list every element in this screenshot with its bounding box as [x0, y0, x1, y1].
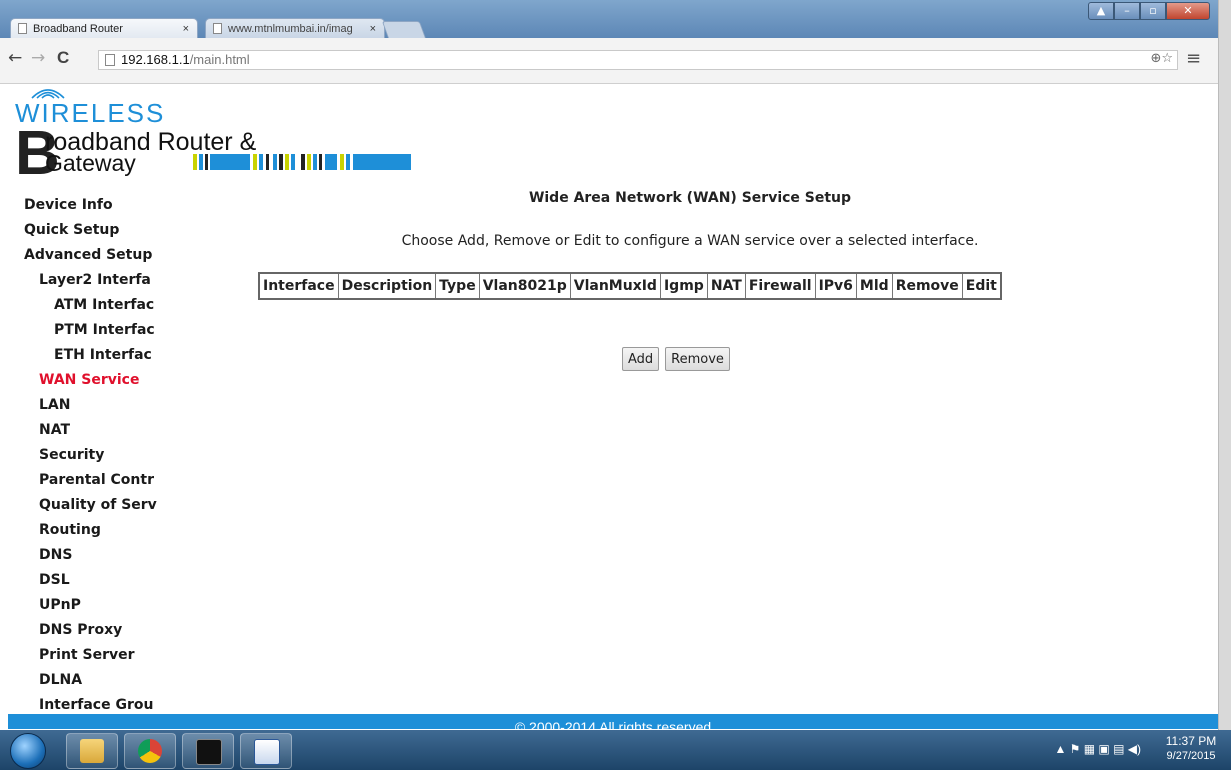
- page-icon: [213, 23, 222, 34]
- tab-label: Broadband Router: [33, 23, 123, 35]
- clock-time[interactable]: 11:37 PM: [1161, 734, 1221, 748]
- url-text[interactable]: 192.168.1.1/main.html: [121, 52, 250, 67]
- tab-label: www.mtnlmumbai.in/imag: [228, 23, 353, 35]
- back-icon[interactable]: ←: [8, 48, 22, 68]
- sidebar-item-quick-setup[interactable]: Quick Setup: [24, 218, 172, 243]
- column-header: Remove: [891, 272, 963, 300]
- column-header: Vlan8021p: [478, 272, 571, 300]
- logo-line2: Gateway: [45, 150, 136, 176]
- main-content: Wide Area Network (WAN) Service Setup Ch…: [172, 183, 1218, 713]
- tray-icons[interactable]: ▲ ⚑ ▦ ▣ ▤ ◀): [1054, 742, 1141, 756]
- sidebar-item-nat[interactable]: NAT: [24, 418, 172, 443]
- taskbar: ▲ ⚑ ▦ ▣ ▤ ◀) 11:37 PM 9/27/2015: [0, 730, 1231, 770]
- sidebar-item-security[interactable]: Security: [24, 443, 172, 468]
- copyright-text: © 2000-2014 All rights reserved: [514, 719, 712, 729]
- maximize-button[interactable]: ▫: [1140, 2, 1166, 20]
- column-header: VlanMuxId: [569, 272, 661, 300]
- taskbar-cmd[interactable]: [182, 733, 234, 769]
- page-title: Wide Area Network (WAN) Service Setup: [528, 190, 852, 206]
- sidebar-item-print-server[interactable]: Print Server: [24, 643, 172, 668]
- column-header: Firewall: [744, 272, 816, 300]
- user-icon[interactable]: ▲: [1088, 2, 1114, 20]
- sidebar-item-quality-of-service[interactable]: Quality of Serv: [24, 493, 172, 518]
- page-footer: © 2000-2014 All rights reserved: [8, 714, 1218, 729]
- column-header: Interface: [258, 272, 339, 300]
- sidebar-item-ptm-interface[interactable]: PTM Interfac: [24, 318, 172, 343]
- page-icon: [18, 23, 27, 34]
- wan-service-table: Interface Description Type Vlan8021p Vla…: [258, 272, 1002, 300]
- forward-icon[interactable]: →: [31, 48, 45, 68]
- column-header: Igmp: [659, 272, 708, 300]
- sidebar-item-device-info[interactable]: Device Info: [24, 193, 172, 218]
- window-controls: ▲ – ▫ ✕: [1088, 2, 1210, 20]
- column-header: Mld: [855, 272, 893, 300]
- new-tab-button[interactable]: [381, 21, 427, 39]
- column-header: NAT: [706, 272, 746, 300]
- address-bar[interactable]: 192.168.1.1/main.html ⊕☆: [98, 50, 1178, 70]
- word-icon: [254, 739, 280, 765]
- sidebar-item-atm-interface[interactable]: ATM Interfac: [24, 293, 172, 318]
- sidebar-item-dns-proxy[interactable]: DNS Proxy: [24, 618, 172, 643]
- column-header: Description: [337, 272, 437, 300]
- menu-icon[interactable]: ≡: [1186, 48, 1201, 69]
- folder-icon: [80, 739, 104, 763]
- tab-mtnl[interactable]: www.mtnlmumbai.in/imag ×: [205, 18, 385, 38]
- instruction-text: Choose Add, Remove or Edit to configure …: [401, 233, 979, 249]
- sidebar-item-lan[interactable]: LAN: [24, 393, 172, 418]
- column-header: Type: [435, 272, 480, 300]
- sidebar-item-upnp[interactable]: UPnP: [24, 593, 172, 618]
- sidebar-item-eth-interface[interactable]: ETH Interfac: [24, 343, 172, 368]
- column-header: IPv6: [814, 272, 857, 300]
- clock-date[interactable]: 9/27/2015: [1161, 750, 1221, 762]
- add-button[interactable]: Add: [622, 347, 660, 371]
- table-header-row: Interface Description Type Vlan8021p Vla…: [258, 272, 1002, 300]
- tab-broadband-router[interactable]: Broadband Router ×: [10, 18, 198, 38]
- window-titlebar: Broadband Router × www.mtnlmumbai.in/ima…: [0, 0, 1218, 39]
- sidebar-item-dsl[interactable]: DSL: [24, 568, 172, 593]
- zoom-bookmark-icons[interactable]: ⊕☆: [1150, 51, 1173, 66]
- sidebar-item-interface-grouping[interactable]: Interface Grou: [24, 693, 172, 715]
- page-info-icon[interactable]: [105, 54, 115, 66]
- close-window-button[interactable]: ✕: [1166, 2, 1210, 20]
- chrome-icon: [138, 739, 162, 763]
- sidebar-item-dns[interactable]: DNS: [24, 543, 172, 568]
- sidebar-item-parental-control[interactable]: Parental Contr: [24, 468, 172, 493]
- browser-toolbar: ← → C 192.168.1.1/main.html ⊕☆ ≡: [0, 38, 1218, 84]
- terminal-icon: [196, 739, 222, 765]
- taskbar-chrome[interactable]: [124, 733, 176, 769]
- start-button[interactable]: [10, 733, 46, 769]
- close-tab-icon[interactable]: ×: [370, 19, 376, 39]
- sidebar-item-dlna[interactable]: DLNA: [24, 668, 172, 693]
- taskbar-explorer[interactable]: [66, 733, 118, 769]
- reload-icon[interactable]: C: [57, 48, 69, 68]
- sidebar-item-advanced-setup[interactable]: Advanced Setup: [24, 243, 172, 268]
- close-tab-icon[interactable]: ×: [183, 19, 189, 39]
- sidebar-item-routing[interactable]: Routing: [24, 518, 172, 543]
- action-buttons: Add Remove: [622, 347, 730, 371]
- sidebar-item-layer2-interface[interactable]: Layer2 Interfa: [24, 268, 172, 293]
- taskbar-word[interactable]: [240, 733, 292, 769]
- remove-button[interactable]: Remove: [665, 347, 730, 371]
- sidebar-nav: Device Info Quick Setup Advanced Setup L…: [24, 193, 172, 715]
- column-header: Edit: [961, 272, 1002, 300]
- vertical-scrollbar[interactable]: [1218, 0, 1231, 730]
- sidebar-item-wan-service[interactable]: WAN Service: [24, 368, 172, 393]
- logo-stripes: [193, 154, 411, 170]
- minimize-button[interactable]: –: [1114, 2, 1140, 20]
